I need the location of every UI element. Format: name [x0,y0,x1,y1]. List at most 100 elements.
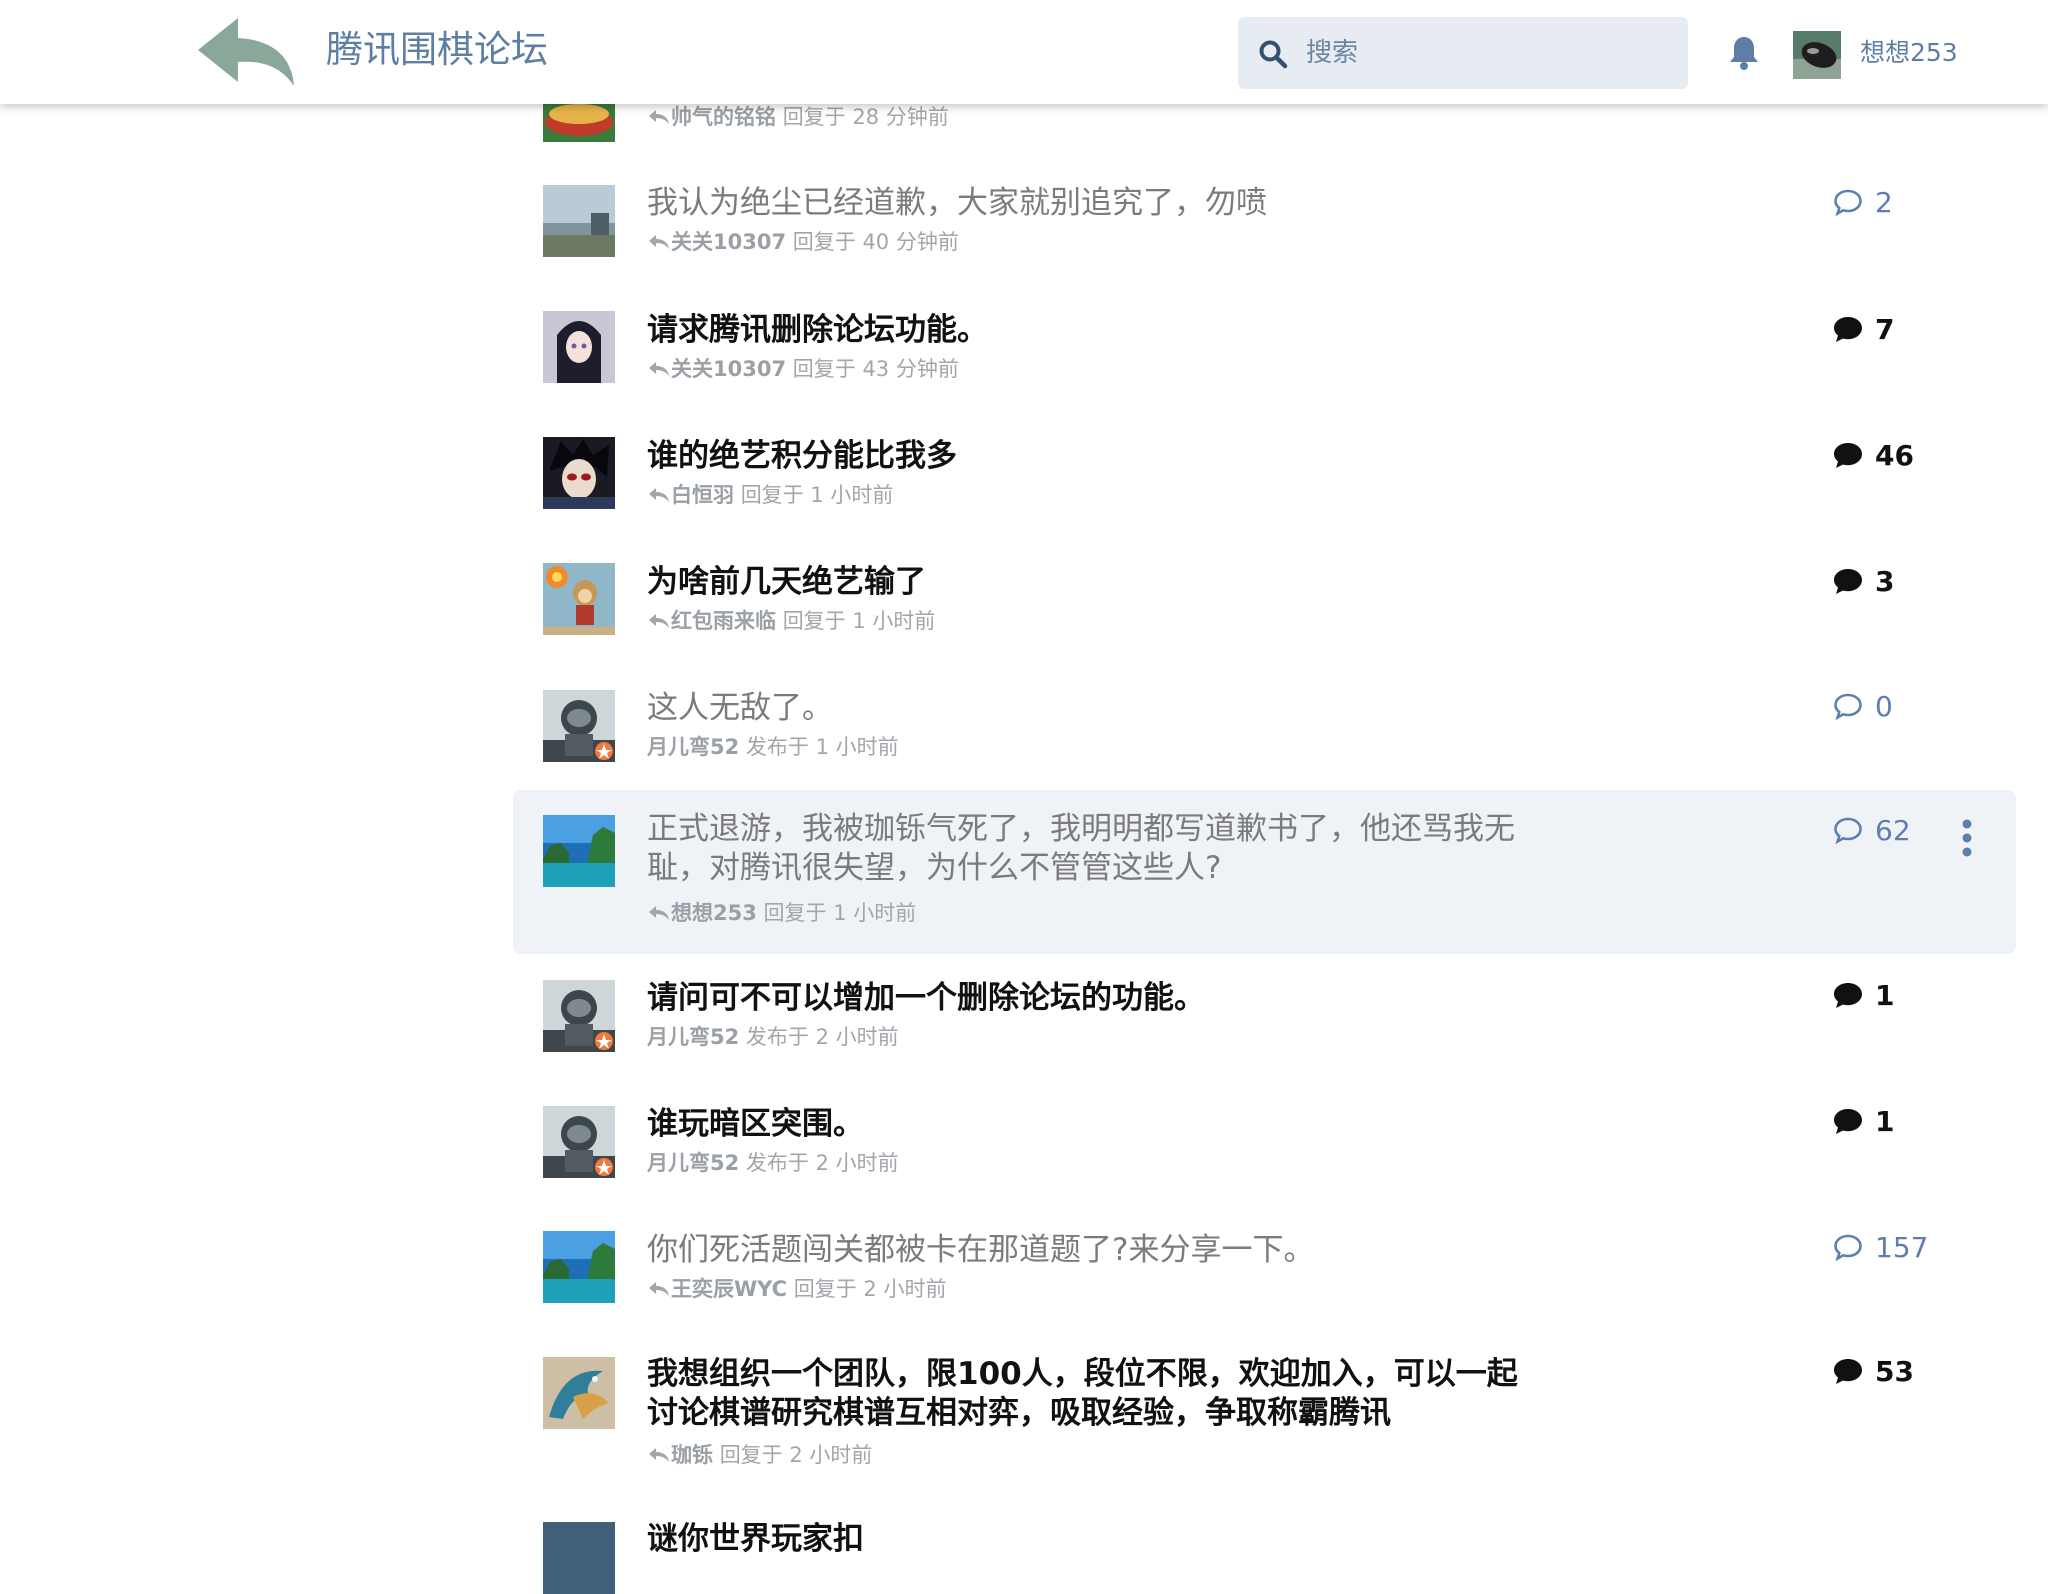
reply-count-value: 1 [1875,979,1895,1012]
notifications-button[interactable] [1728,35,1760,71]
search-icon [1259,40,1288,69]
topic-meta: 红包雨来临 回复于 1 小时前 [647,608,935,634]
reply-icon [649,1448,669,1462]
avatar[interactable] [543,815,615,887]
topic-row[interactable]: 正式退游，我被珈铄气死了，我明明都写道歉书了，他还骂我无耻，对腾讯很失望，为什么… [513,790,2016,954]
avatar[interactable] [543,437,615,509]
avatar[interactable] [1793,31,1841,79]
topic-title[interactable]: 请问可不可以增加一个删除论坛的功能。 [647,979,1527,1018]
topic-action: 回复于 [793,1277,857,1301]
topic-title[interactable]: 请求腾讯删除论坛功能。 [647,311,1527,350]
reply-count: 7 [1833,314,1894,346]
topic-author[interactable]: 关关10307 [671,230,786,254]
username[interactable]: 想想253 [1860,37,1958,69]
reply-count-value: 46 [1875,439,1914,472]
bell-icon [1730,37,1758,70]
back-button[interactable] [194,14,298,90]
topic-title[interactable]: 谁的绝艺积分能比我多 [647,437,1527,476]
topic-author[interactable]: 月儿弯52 [647,735,739,759]
topic-meta: 关关10307 回复于 40 分钟前 [647,229,959,255]
topic-row[interactable]: 谜你世界玩家扣 [513,1506,2016,1594]
topic-author[interactable]: 珈铄 [671,1443,713,1467]
topic-row[interactable]: 为啥前几天绝艺输了红包雨来临 回复于 1 小时前 3 [513,540,2016,666]
topic-meta: 珈铄 回复于 2 小时前 [647,1442,872,1468]
comment-bubble-outline-icon [1834,1234,1862,1262]
avatar[interactable] [543,1231,615,1303]
comment-bubble-outline-icon [1834,693,1862,721]
topic-author[interactable]: 想想253 [671,901,757,925]
topic-time: 2 小时前 [863,1277,947,1301]
user-avatar-image [1793,31,1841,79]
topic-title[interactable]: 我认为绝尘已经道歉，大家就别追究了，勿喷 [647,184,1527,223]
reply-icon [649,906,669,920]
avatar[interactable] [543,690,615,762]
comment-bubble-icon [1834,1359,1862,1384]
reply-icon [649,1282,669,1296]
topic-time: 2 小时前 [815,1151,899,1175]
reply-count-value: 2 [1875,186,1893,219]
topic-title[interactable]: 谁玩暗区突围。 [647,1105,1527,1144]
topic-meta: 关关10307 回复于 43 分钟前 [647,356,959,382]
avatar[interactable] [543,1106,615,1178]
avatar[interactable] [543,1357,615,1429]
topic-row[interactable]: 谁的绝艺积分能比我多白恒羽 回复于 1 小时前 46 [513,414,2016,540]
topic-meta: 想想253 回复于 1 小时前 [647,900,916,926]
topic-title[interactable]: 正式退游，我被珈铄气死了，我明明都写道歉书了，他还骂我无耻，对腾讯很失望，为什么… [647,810,1527,888]
topic-author[interactable]: 关关10307 [671,357,786,381]
topic-action: 回复于 [792,357,856,381]
top-bar: 腾讯围棋论坛 搜索 想想253 [0,0,2048,104]
comment-bubble-icon [1834,317,1862,342]
reply-count: 1 [1833,980,1894,1012]
topic-author[interactable]: 王奕辰WYC [671,1277,787,1301]
topic-meta: 帅气的铭铭 回复于 28 分钟前 [647,104,949,130]
reply-count-value: 7 [1875,313,1895,346]
avatar[interactable] [543,311,615,383]
reply-count-value: 62 [1875,814,1911,847]
reply-count: 0 [1833,691,1893,723]
reply-count: 53 [1833,1356,1914,1388]
topic-time: 1 小时前 [810,483,894,507]
topic-author[interactable]: 月儿弯52 [647,1151,739,1175]
topic-title[interactable]: 为啥前几天绝艺输了 [647,563,1527,602]
topic-title[interactable]: 这人无敌了。 [647,689,1527,728]
forum-title[interactable]: 腾讯围棋论坛 [326,28,548,72]
reply-icon [649,614,669,628]
reply-count-value: 3 [1875,565,1895,598]
topic-action: 发布于 [745,1151,809,1175]
avatar[interactable] [543,1522,615,1594]
topic-author[interactable]: 红包雨来临 [671,609,776,633]
topic-title[interactable]: 你们死活题闯关都被卡在那道题了?来分享一下。 [647,1231,1527,1270]
avatar[interactable] [543,980,615,1052]
topic-author[interactable]: 帅气的铭铭 [671,105,776,129]
reply-count-value: 157 [1875,1231,1929,1264]
topic-author[interactable]: 月儿弯52 [647,1025,739,1049]
topic-row[interactable]: 我想组织一个团队，限100人，段位不限，欢迎加入，可以一起讨论棋谱研究棋谱互相对… [513,1332,2016,1496]
comment-bubble-outline-icon [1834,817,1862,845]
topic-action: 回复于 [740,483,804,507]
reply-icon [649,235,669,249]
reply-count: 1 [1833,1106,1894,1138]
topic-row[interactable]: 你们死活题闯关都被卡在那道题了?来分享一下。王奕辰WYC 回复于 2 小时前 15… [513,1206,2016,1332]
topic-action: 回复于 [719,1443,783,1467]
avatar[interactable] [543,563,615,635]
topic-author[interactable]: 白恒羽 [671,483,734,507]
topic-meta: 月儿弯52 发布于 2 小时前 [647,1024,899,1050]
comment-bubble-icon [1834,443,1862,468]
topic-row[interactable]: 请求腾讯删除论坛功能。关关10307 回复于 43 分钟前 7 [513,288,2016,414]
reply-count-value: 0 [1875,690,1893,723]
topic-title[interactable]: 谜你世界玩家扣 [647,1520,1527,1559]
topic-row[interactable]: 谁玩暗区突围。月儿弯52 发布于 2 小时前 1 [513,1080,2016,1206]
search-input[interactable]: 搜索 [1238,17,1688,89]
avatar[interactable] [543,185,615,257]
topic-row[interactable]: 这人无敌了。 月儿弯52 发布于 1 小时前 0 [513,666,2016,790]
topic-row[interactable]: 我认为绝尘已经道歉，大家就别追究了，勿喷关关10307 回复于 40 分钟前 2 [513,162,2016,288]
topic-action: 回复于 [782,105,846,129]
topic-time: 40 分钟前 [862,230,959,254]
topic-action: 回复于 [792,230,856,254]
reply-count: 62 [1833,815,1911,847]
topic-meta: 月儿弯52 发布于 2 小时前 [647,1150,899,1176]
more-options-icon[interactable] [1961,818,1973,858]
topic-title[interactable]: 我想组织一个团队，限100人，段位不限，欢迎加入，可以一起讨论棋谱研究棋谱互相对… [647,1355,1527,1433]
topic-row[interactable]: 请问可不可以增加一个删除论坛的功能。月儿弯52 发布于 2 小时前 1 [513,954,2016,1080]
topic-meta: 白恒羽 回复于 1 小时前 [647,482,893,508]
